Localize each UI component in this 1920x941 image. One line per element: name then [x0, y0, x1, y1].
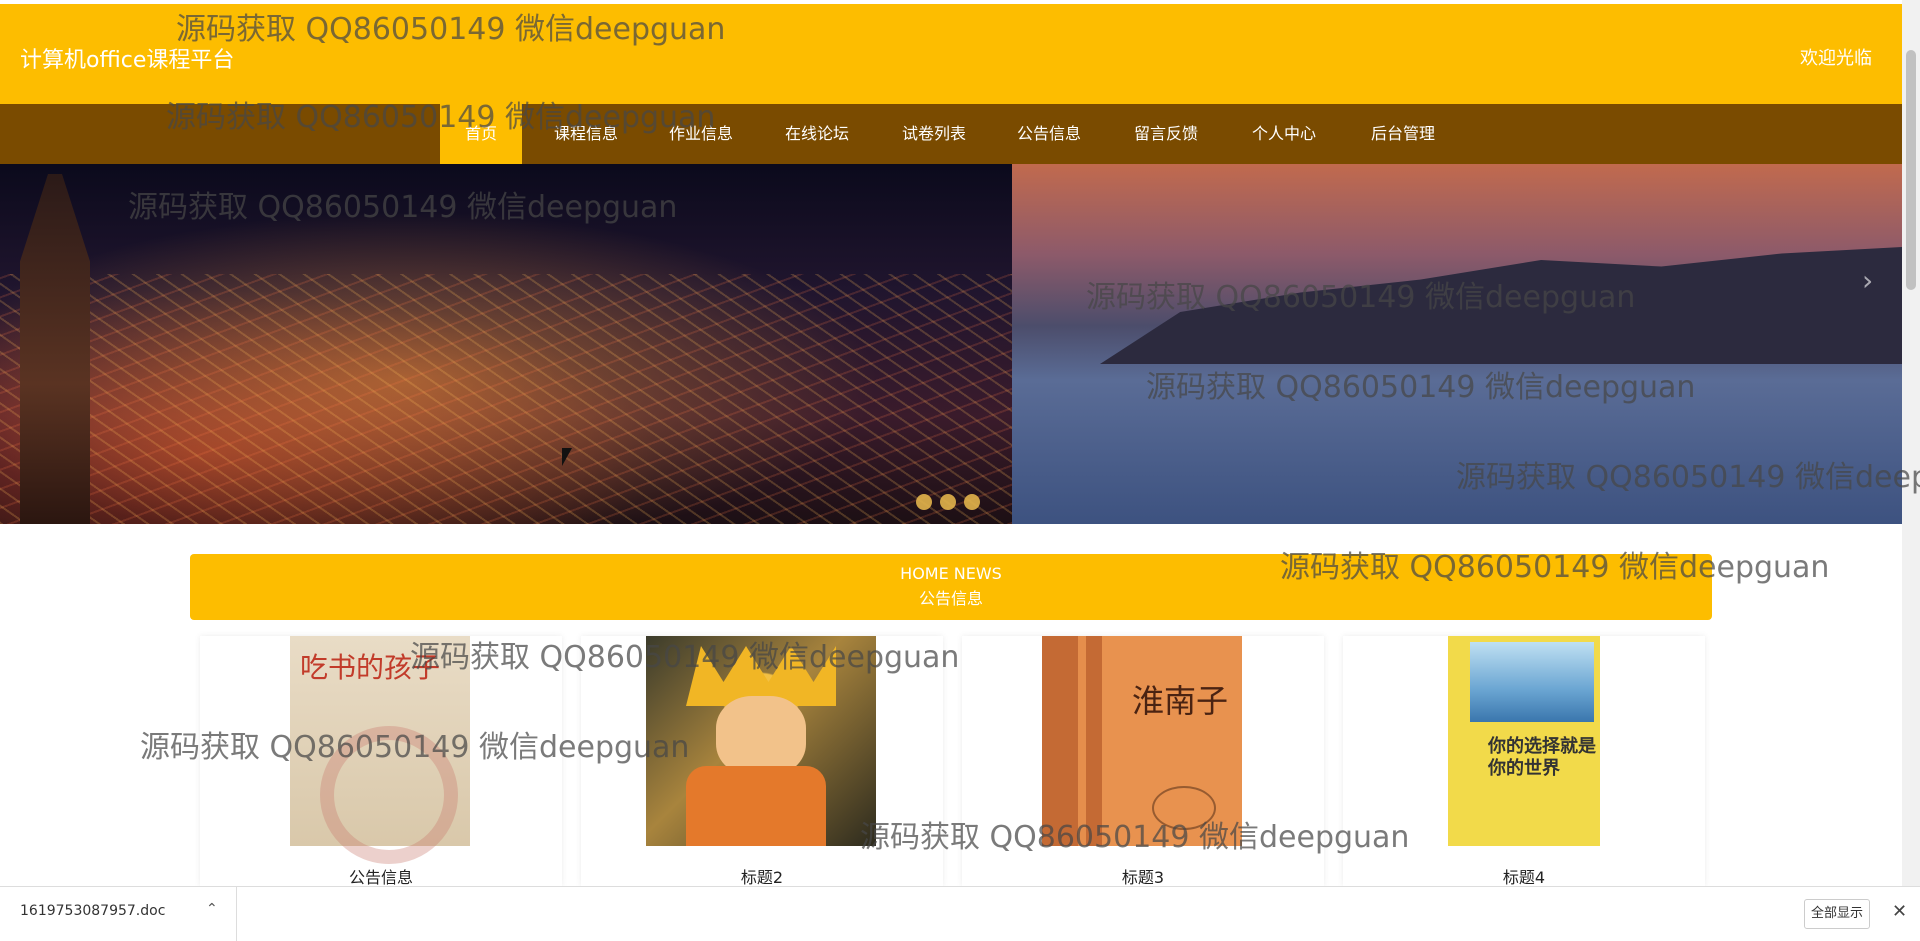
- anime-cover-image[interactable]: [646, 636, 876, 846]
- tower-silhouette: [20, 174, 90, 524]
- cover-seal: [1152, 786, 1216, 830]
- news-card-3[interactable]: 淮南子 标题3: [962, 636, 1324, 888]
- site-header: 计算机office课程平台 欢迎光临: [0, 4, 1902, 104]
- cover-title: 吃书的孩子: [300, 651, 441, 684]
- cover-photo: [1470, 642, 1594, 722]
- book-cover-image[interactable]: 吃书的孩子: [290, 636, 470, 864]
- cover-decoration: [320, 726, 458, 864]
- book-cover-image[interactable]: 你的选择就是你的世界: [1448, 636, 1600, 846]
- news-card-2[interactable]: 标题2: [581, 636, 943, 888]
- close-icon[interactable]: ✕: [1892, 901, 1907, 922]
- news-title-en: HOME NEWS: [900, 564, 1002, 583]
- carousel-dot-1[interactable]: [916, 494, 932, 510]
- nav-item-admin[interactable]: 后台管理: [1362, 104, 1444, 164]
- cover-title: 你的选择就是你的世界: [1488, 736, 1596, 779]
- book-cover-image[interactable]: 淮南子: [1042, 636, 1242, 846]
- mouse-cursor-icon: [562, 448, 572, 466]
- carousel-next-icon[interactable]: ›: [1862, 264, 1873, 297]
- nav-item-homework[interactable]: 作业信息: [660, 104, 742, 164]
- scrollbar-thumb[interactable]: [1906, 50, 1916, 290]
- carousel-slide-city: [0, 164, 1012, 524]
- page-scrollbar[interactable]: [1902, 0, 1920, 886]
- nav-item-courses[interactable]: 课程信息: [545, 104, 627, 164]
- nav-item-feedback[interactable]: 留言反馈: [1125, 104, 1207, 164]
- nav-item-home[interactable]: 首页: [440, 104, 522, 164]
- card-title[interactable]: 标题4: [1343, 864, 1705, 888]
- carousel-dot-2[interactable]: [940, 494, 956, 510]
- hero-carousel[interactable]: ›: [0, 164, 1902, 524]
- news-section-header: HOME NEWS 公告信息: [190, 554, 1712, 620]
- cover-title: 淮南子: [1132, 682, 1229, 720]
- nav-item-exams[interactable]: 试卷列表: [893, 104, 975, 164]
- download-bar: 1619753087957.doc ⌃ 全部显示 ✕: [0, 886, 1920, 941]
- carousel-dot-3[interactable]: [964, 494, 980, 510]
- main-nav: 首页 课程信息 作业信息 在线论坛 试卷列表 公告信息 留言反馈 个人中心 后台…: [0, 104, 1902, 164]
- nav-item-forum[interactable]: 在线论坛: [776, 104, 858, 164]
- site-title[interactable]: 计算机office课程平台: [20, 42, 234, 74]
- welcome-text: 欢迎光临: [1800, 48, 1872, 69]
- news-title-cn: 公告信息: [918, 589, 983, 608]
- city-lights-image: [0, 274, 1012, 524]
- show-all-downloads-button[interactable]: 全部显示: [1804, 899, 1870, 929]
- card-title[interactable]: 标题3: [962, 864, 1324, 888]
- news-card-4[interactable]: 你的选择就是你的世界 标题4: [1343, 636, 1705, 888]
- chevron-up-icon[interactable]: ⌃: [206, 901, 218, 917]
- nav-item-announcements[interactable]: 公告信息: [1008, 104, 1090, 164]
- cover-face-shape: [716, 696, 806, 776]
- nav-item-profile[interactable]: 个人中心: [1243, 104, 1325, 164]
- news-card-1[interactable]: 吃书的孩子 公告信息: [200, 636, 562, 888]
- download-divider: [236, 887, 237, 941]
- cover-body-shape: [686, 766, 826, 846]
- card-title[interactable]: 公告信息: [200, 864, 562, 888]
- card-title[interactable]: 标题2: [581, 864, 943, 888]
- downloaded-file-name[interactable]: 1619753087957.doc: [20, 903, 165, 919]
- carousel-dots: [916, 494, 988, 514]
